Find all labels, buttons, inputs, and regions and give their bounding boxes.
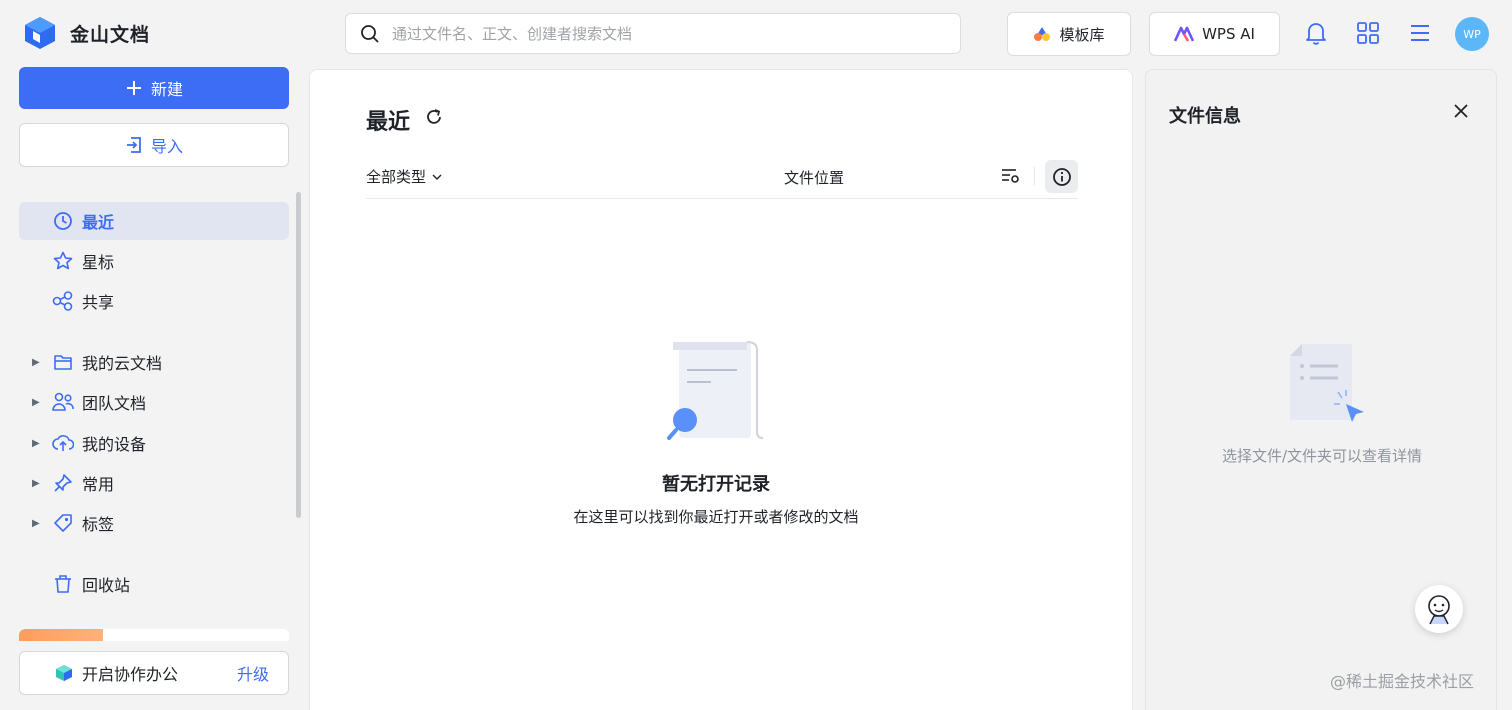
toolbar-divider	[1034, 167, 1035, 185]
watermark-text: @稀土掘金技术社区	[1330, 672, 1475, 691]
app-name: 金山文档	[70, 23, 151, 46]
sidebar-item-shared[interactable]: 共享	[19, 282, 289, 320]
sidebar-item-label: 回收站	[82, 576, 131, 595]
cloud-device-icon	[52, 432, 74, 454]
sidebar-item-label: 最近	[82, 213, 115, 232]
sidebar-item-label: 共享	[82, 293, 115, 312]
refresh-icon[interactable]	[424, 107, 444, 127]
sidebar-item-my-devices[interactable]: ▶ 我的设备	[19, 424, 289, 462]
search-icon	[361, 24, 379, 43]
trash-icon	[52, 573, 74, 595]
new-button[interactable]: 新建	[19, 67, 289, 109]
table-header-divider	[366, 198, 1078, 199]
sidebar-item-frequent[interactable]: ▶ 常用	[19, 464, 289, 502]
info-toggle-button[interactable]	[1045, 160, 1078, 193]
search-box[interactable]	[345, 13, 961, 54]
file-info-hint: 选择文件/文件夹可以查看详情	[1221, 447, 1423, 465]
page-title: 最近	[366, 110, 411, 135]
share-icon	[52, 290, 74, 312]
upgrade-link[interactable]: 升级	[237, 661, 269, 685]
mascot-icon	[1428, 595, 1450, 625]
search-input[interactable]	[392, 24, 932, 43]
tag-icon	[52, 512, 74, 534]
select-file-illustration	[1290, 344, 1364, 422]
cube-icon	[56, 665, 72, 681]
main-panel: 最近 全部类型 文件位置 暂无打开记录 在这里可以找到你最近打开或者修改的文档	[309, 69, 1133, 710]
type-filter-label: 全部类型	[366, 168, 427, 186]
sidebar-item-label: 我的设备	[82, 435, 147, 454]
import-button[interactable]: 导入	[19, 123, 289, 167]
star-icon	[52, 250, 74, 272]
team-icon	[52, 391, 74, 413]
wps-ai-label: WPS AI	[1202, 25, 1255, 43]
sidebar-scrollbar[interactable]	[296, 192, 301, 518]
file-info-title: 文件信息	[1169, 106, 1241, 127]
plus-icon	[126, 81, 141, 95]
expand-caret-icon[interactable]: ▶	[32, 438, 40, 449]
column-file-location[interactable]: 文件位置	[784, 167, 844, 188]
sidebar-item-team-docs[interactable]: ▶ 团队文档	[19, 383, 289, 421]
sidebar-item-label: 我的云文档	[82, 354, 163, 373]
new-label: 新建	[150, 80, 183, 99]
expand-caret-icon[interactable]: ▶	[32, 357, 40, 368]
expand-caret-icon[interactable]: ▶	[32, 518, 40, 529]
promo-banner[interactable]	[19, 629, 289, 641]
import-icon	[126, 137, 141, 153]
sidebar-item-trash[interactable]: 回收站	[19, 565, 289, 603]
user-avatar[interactable]: WP	[1455, 17, 1489, 51]
folder-icon	[52, 351, 74, 373]
template-label: 模板库	[1059, 25, 1105, 44]
logo-icon	[25, 17, 55, 49]
expand-caret-icon[interactable]: ▶	[32, 397, 40, 408]
empty-search-illustration	[667, 341, 764, 440]
sidebar-item-label: 星标	[82, 253, 115, 272]
sidebar-item-starred[interactable]: 星标	[19, 242, 289, 280]
wps-ai-icon	[1174, 26, 1195, 42]
clock-icon	[52, 210, 74, 232]
chevron-down-icon	[432, 174, 442, 180]
sidebar-item-tags[interactable]: ▶ 标签	[19, 504, 289, 542]
sidebar-item-label: 团队文档	[82, 394, 147, 413]
sidebar-item-label: 标签	[82, 515, 115, 534]
menu-icon[interactable]	[1407, 20, 1433, 46]
column-settings-icon[interactable]	[1000, 166, 1020, 186]
template-icon	[1034, 27, 1051, 41]
apps-grid-icon[interactable]	[1355, 20, 1381, 46]
empty-state-description: 在这里可以找到你最近打开或者修改的文档	[573, 508, 859, 526]
info-icon	[1052, 167, 1071, 186]
import-label: 导入	[150, 137, 183, 156]
template-library-button[interactable]: 模板库	[1007, 12, 1131, 56]
wps-ai-button[interactable]: WPS AI	[1149, 12, 1280, 56]
upgrade-card[interactable]: 开启协作办公 升级	[19, 651, 289, 695]
promo-tag	[19, 629, 103, 641]
app-logo[interactable]: 金山文档	[24, 16, 150, 50]
upgrade-label: 开启协作办公	[82, 665, 179, 684]
assistant-mascot-button[interactable]	[1415, 585, 1463, 633]
expand-caret-icon[interactable]: ▶	[32, 478, 40, 489]
sidebar-item-recent[interactable]: 最近	[19, 202, 289, 240]
notification-bell-icon[interactable]	[1303, 20, 1329, 46]
close-icon[interactable]	[1452, 102, 1470, 120]
sidebar-item-my-cloud-docs[interactable]: ▶ 我的云文档	[19, 343, 289, 381]
sidebar-item-label: 常用	[82, 475, 115, 494]
pin-icon	[52, 472, 74, 494]
empty-state-title: 暂无打开记录	[662, 474, 770, 495]
type-filter-dropdown[interactable]: 全部类型	[366, 166, 442, 187]
